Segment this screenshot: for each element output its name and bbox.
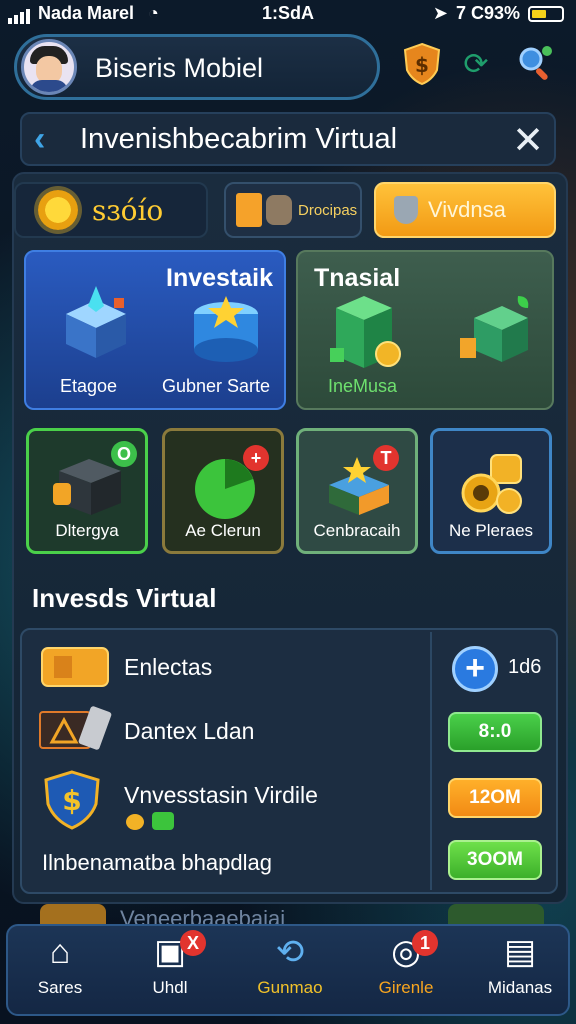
nav-item-uhdl[interactable]: ▣ X Uhdl (120, 930, 220, 1010)
shield-coin-icon[interactable]: $ (400, 42, 444, 86)
nav-label: Uhdl (152, 978, 188, 997)
nav-label: Sares (37, 978, 83, 997)
trial-card-title: Tnasial (314, 264, 401, 292)
tab-label: Vivdnsa (428, 197, 506, 222)
nav-item-girenle[interactable]: ◎ 1 Girenle (356, 930, 456, 1010)
small-card-label: Dltergya (55, 521, 119, 540)
status-time: 1:SdA (262, 3, 315, 23)
partial-icon (40, 904, 106, 924)
coins-icon (461, 454, 522, 514)
invest-item-label: Etagoe (60, 376, 118, 396)
nav-label: Midanas (487, 978, 553, 997)
tab-sun[interactable]: sɜóío (14, 182, 208, 238)
sync-icon: ⟲ (275, 933, 305, 971)
small-card-label: Ne Pleraes (448, 521, 534, 540)
compass-icon: ◎ (391, 933, 421, 971)
back-icon[interactable]: ‹ (34, 120, 45, 159)
page-title: Invenishbecabrim Virtual (80, 123, 398, 155)
list-item-label: Ilnbenamatba bhapdlag (42, 850, 272, 875)
green-pie-icon (195, 459, 255, 519)
layered-box-star-icon (329, 457, 389, 515)
small-card[interactable]: O Dltergya (26, 428, 148, 554)
ticket-icon (41, 647, 109, 687)
profile-name: Biseris Mobiel (95, 53, 264, 83)
tab-label: Drocipas (298, 201, 358, 219)
small-card-label: Ae Clerun (185, 521, 261, 540)
location-icon: ➤ (432, 3, 448, 23)
list-divider (430, 632, 432, 890)
tab-documents[interactable]: Drocipas (224, 182, 362, 238)
small-card[interactable]: T Cenbracaih (296, 428, 418, 554)
warning-card-icon (39, 706, 112, 750)
green-house-icon (460, 296, 529, 362)
battery-icon (528, 5, 564, 22)
action-button-green[interactable]: 8:.0 (448, 712, 542, 752)
leaf-icon (152, 812, 174, 830)
nav-item-sares[interactable]: ⌂ Sares (10, 930, 110, 1010)
building-crystal-icon (66, 286, 126, 358)
wifi-icon: ◔ (148, 3, 159, 23)
tab-label: sɜóío (92, 193, 164, 227)
nav-item-midanas[interactable]: ▤ Midanas (470, 930, 570, 1010)
list-item-value: 1d6 (508, 656, 542, 678)
coin-icon (126, 814, 144, 830)
refresh-icon[interactable]: ⟳ (454, 42, 498, 86)
dollar-shield-icon: $ (44, 770, 100, 830)
nav-item-gunmao[interactable]: ⟲ Gunmao (240, 930, 340, 1010)
add-button[interactable]: + (452, 646, 498, 692)
nav-label: Gunmao (257, 978, 323, 997)
status-right: ➤ 7 C93% (433, 3, 564, 24)
signal-icon (8, 3, 32, 24)
status-bar: Nada Marel ◔ 1:SdA ➤ 7 C93% (0, 0, 576, 28)
carrier-name: Nada Marel (38, 3, 135, 23)
safe-box-icon (53, 459, 121, 515)
shield-icon (394, 196, 418, 224)
list-item-action: 3OOM (467, 849, 523, 870)
green-tower-icon (330, 296, 401, 368)
avatar[interactable] (21, 39, 77, 95)
list-item-action: 8:.0 (478, 721, 512, 742)
database-star-icon (194, 296, 258, 362)
document-icon (236, 193, 262, 227)
svg-text:$: $ (415, 53, 429, 77)
clipboard-icon: ▤ (503, 933, 537, 971)
close-icon[interactable]: ✕ (512, 118, 544, 163)
coin-stack-icon (266, 195, 292, 225)
small-card[interactable]: + Ae Clerun (162, 428, 284, 554)
status-left: Nada Marel ◔ (8, 3, 159, 24)
nav-label: Girenle (378, 978, 434, 997)
battery-text: 7 C93% (455, 3, 520, 23)
small-card-label: Cenbracaih (313, 521, 401, 540)
action-button-orange[interactable]: 12OM (448, 778, 542, 818)
title-header: ‹ Invenishbecabrim Virtual ✕ (20, 112, 556, 166)
list-item-label: Enlectas (124, 654, 213, 680)
partial-action-button[interactable] (448, 904, 544, 924)
action-button-lime[interactable]: 3OOM (448, 840, 542, 880)
list-item-label: Vnvesstasin Virdile (124, 782, 318, 808)
profile-bar[interactable]: Biseris Mobiel (14, 34, 380, 100)
magnifier-tools-icon[interactable] (514, 42, 558, 86)
trial-item-label: IneMusa (328, 376, 398, 396)
list-item-action: 12OM (469, 787, 521, 808)
invest-card-title: Investaik (166, 264, 274, 292)
nav-badge: 1 (412, 930, 438, 956)
invest-item-label: Gubner Sarte (162, 376, 271, 396)
tab-active[interactable]: Vivdnsa (374, 182, 556, 238)
section-title: Invesds Virtual (32, 583, 217, 613)
small-card[interactable]: Ne Pleraes (430, 428, 552, 554)
invest-card[interactable]: Investaik Etagoe Gubner Sarte (24, 250, 286, 410)
trial-card[interactable]: Tnasial IneMusa (296, 250, 554, 410)
sun-icon (38, 190, 78, 230)
nav-badge: X (180, 930, 206, 956)
list-item-label: Dantex Ldan (124, 718, 255, 744)
svg-text:$: $ (62, 784, 81, 817)
home-icon: ⌂ (49, 933, 71, 971)
